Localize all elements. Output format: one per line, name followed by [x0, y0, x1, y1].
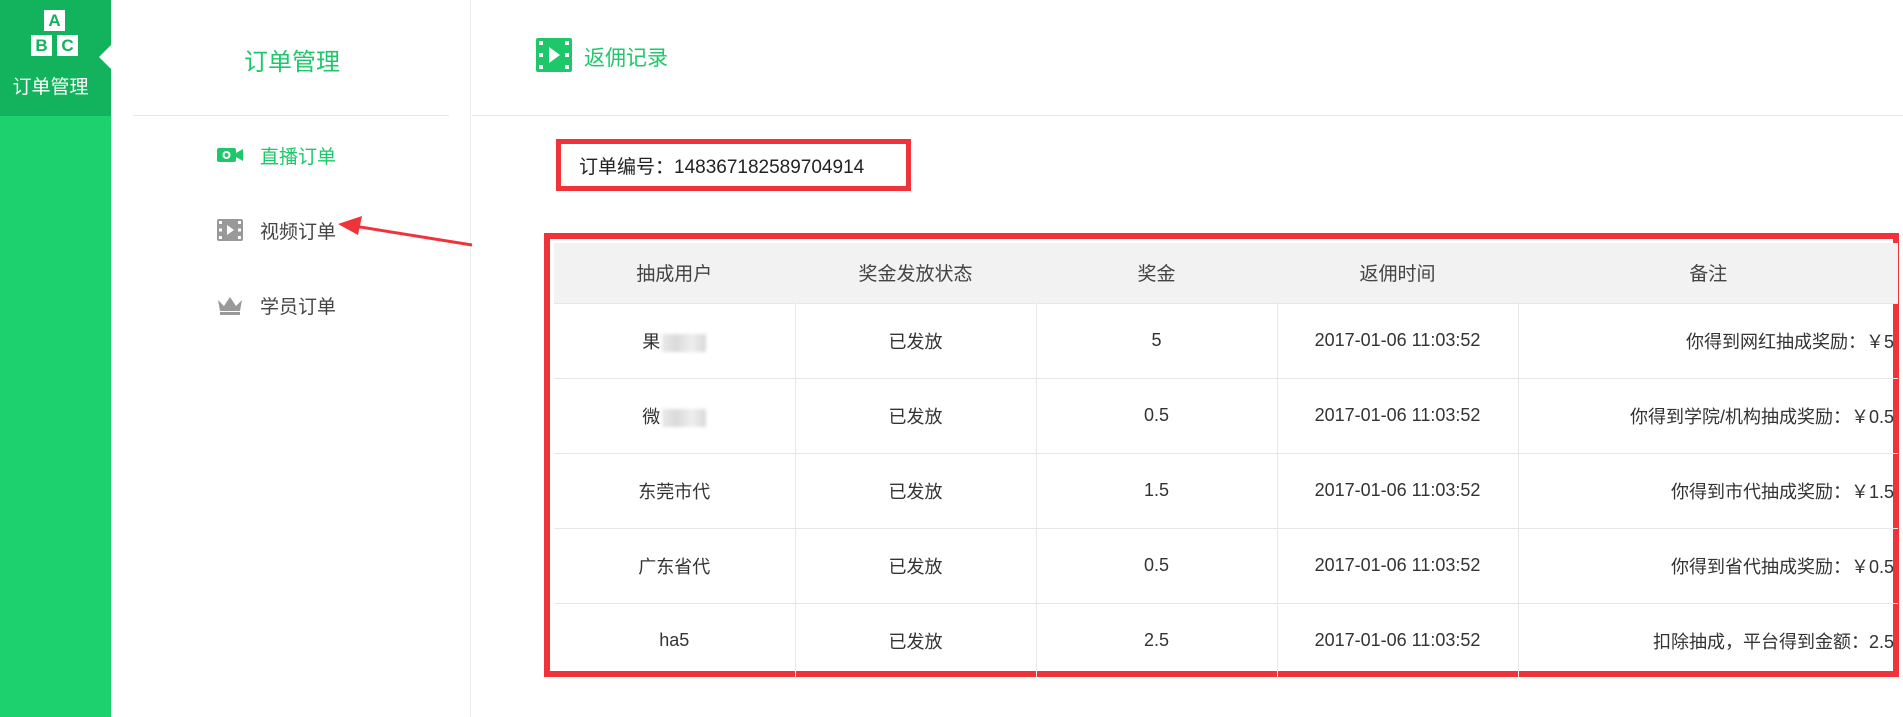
- cell-bonus: 0.5: [1036, 527, 1278, 603]
- cell-bonus: 5: [1036, 302, 1278, 378]
- table-header-row: 抽成用户 奖金发放状态 奖金 返佣时间 备注: [554, 243, 1898, 303]
- left-rail: A B C 订单管理: [0, 0, 111, 717]
- cell-user: 东莞市代: [554, 452, 796, 528]
- subnav-title: 订单管理: [244, 49, 340, 76]
- rail-item-label: 订单管理: [12, 77, 89, 98]
- column-header-user: 抽成用户: [554, 243, 796, 303]
- subnav-divider: [133, 115, 449, 116]
- app-root: A B C 订单管理 订单管理 直播订单 视频订单 学员订单 返佣记录 订单编号…: [0, 0, 1903, 717]
- film-play-icon: [536, 38, 572, 72]
- nav-item-live-orders[interactable]: 直播订单: [216, 140, 336, 170]
- cell-note: 你得到市代抽成奖励：￥1.5: [1518, 452, 1898, 528]
- cell-time: 2017-01-06 11:03:52: [1277, 527, 1519, 603]
- order-number: 订单编号：148367182589704914: [556, 139, 911, 191]
- cell-note: 扣除抽成，平台得到金额：2.5: [1518, 602, 1898, 678]
- column-header-time: 返佣时间: [1277, 243, 1519, 303]
- cell-user: ha5: [554, 602, 796, 678]
- logo-block-c: C: [57, 35, 78, 56]
- user-name: 果: [642, 331, 661, 352]
- commission-table-highlight: 抽成用户 奖金发放状态 奖金 返佣时间 备注 果 已发放 5 2017-01-0…: [544, 233, 1899, 678]
- user-name: 微: [642, 406, 661, 427]
- annotation-arrow-icon: [338, 216, 473, 247]
- cell-time: 2017-01-06 11:03:52: [1277, 302, 1519, 378]
- order-number-label: 订单编号：148367182589704914: [579, 156, 865, 178]
- cell-note: 你得到学院/机构抽成奖励：￥0.5: [1518, 377, 1898, 453]
- cell-bonus: 1.5: [1036, 452, 1278, 528]
- cell-note: 你得到省代抽成奖励：￥0.5: [1518, 527, 1898, 603]
- cell-status: 已发放: [795, 602, 1037, 678]
- table-row: 果 已发放 5 2017-01-06 11:03:52 你得到网红抽成奖励：￥5: [554, 302, 1898, 378]
- nav-item-label: 视频订单: [260, 221, 337, 243]
- nav-item-label: 学员订单: [260, 296, 337, 318]
- cell-status: 已发放: [795, 527, 1037, 603]
- logo-block-a: A: [44, 10, 65, 31]
- rail-item-order-management[interactable]: A B C 订单管理: [0, 0, 111, 116]
- cell-user: 广东省代: [554, 527, 796, 603]
- cell-time: 2017-01-06 11:03:52: [1277, 452, 1519, 528]
- cell-status: 已发放: [795, 452, 1037, 528]
- table-row: ha5 已发放 2.5 2017-01-06 11:03:52 扣除抽成，平台得…: [554, 602, 1898, 678]
- crown-icon: [216, 293, 244, 317]
- blurred-name-redaction: [662, 408, 707, 427]
- page-title: 返佣记录: [584, 47, 668, 70]
- cell-bonus: 2.5: [1036, 602, 1278, 678]
- table-row: 微 已发放 0.5 2017-01-06 11:03:52 你得到学院/机构抽成…: [554, 377, 1898, 453]
- cell-status: 已发放: [795, 377, 1037, 453]
- cell-status: 已发放: [795, 302, 1037, 378]
- table-row: 广东省代 已发放 0.5 2017-01-06 11:03:52 你得到省代抽成…: [554, 527, 1898, 603]
- table-row: 东莞市代 已发放 1.5 2017-01-06 11:03:52 你得到市代抽成…: [554, 452, 1898, 528]
- cell-time: 2017-01-06 11:03:52: [1277, 377, 1519, 453]
- cell-user: 微: [554, 377, 796, 453]
- nav-item-student-orders[interactable]: 学员订单: [216, 290, 336, 320]
- commission-table: 抽成用户 奖金发放状态 奖金 返佣时间 备注 果 已发放 5 2017-01-0…: [554, 243, 1898, 678]
- nav-item-video-orders[interactable]: 视频订单: [216, 215, 336, 245]
- column-header-note: 备注: [1518, 243, 1898, 303]
- column-header-bonus: 奖金: [1036, 243, 1278, 303]
- secondary-nav: 订单管理 直播订单 视频订单 学员订单: [111, 0, 471, 717]
- video-film-icon: [216, 218, 244, 242]
- abc-blocks-logo-icon: A B C: [31, 10, 79, 58]
- nav-item-label: 直播订单: [260, 146, 337, 168]
- logo-block-b: B: [31, 35, 52, 56]
- blurred-name-redaction: [662, 333, 707, 352]
- cell-user: 果: [554, 302, 796, 378]
- active-pointer-notch: [99, 45, 111, 69]
- live-camera-icon: [216, 143, 244, 167]
- main-header: 返佣记录: [472, 0, 1903, 116]
- column-header-status: 奖金发放状态: [795, 243, 1037, 303]
- cell-time: 2017-01-06 11:03:52: [1277, 602, 1519, 678]
- cell-bonus: 0.5: [1036, 377, 1278, 453]
- cell-note: 你得到网红抽成奖励：￥5: [1518, 302, 1898, 378]
